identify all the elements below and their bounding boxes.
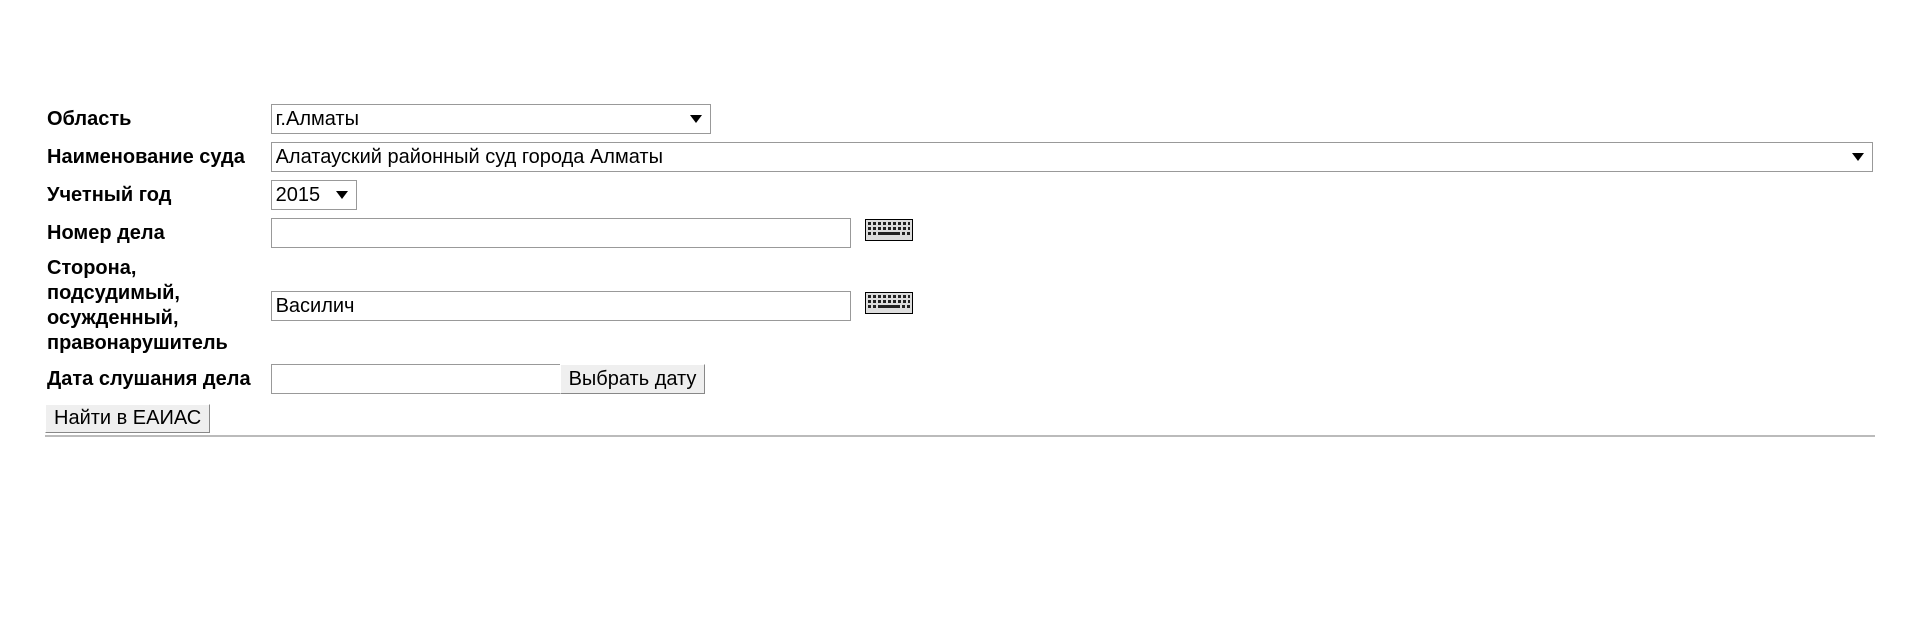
year-label: Учетный год: [45, 176, 269, 214]
pick-date-button[interactable]: Выбрать дату: [560, 364, 706, 394]
submit-button[interactable]: Найти в ЕАИАС: [45, 404, 210, 433]
region-select[interactable]: г.Алматы: [271, 104, 711, 134]
hearing-date-label: Дата слушания дела: [45, 360, 269, 398]
region-label: Область: [45, 100, 269, 138]
hearing-date-input[interactable]: [271, 364, 561, 394]
year-select[interactable]: 2015: [271, 180, 357, 210]
court-label: Наименование суда: [45, 138, 269, 176]
party-label: Сторона, подсудимый, осужденный, правона…: [45, 252, 269, 360]
case-number-label: Номер дела: [45, 214, 269, 252]
party-input[interactable]: [271, 291, 851, 321]
court-select[interactable]: Алатауский районный суд города Алматы: [271, 142, 1873, 172]
keyboard-icon[interactable]: [865, 292, 913, 320]
keyboard-icon[interactable]: [865, 219, 913, 247]
search-form: Область г.Алматы Наименование суда Алата…: [45, 100, 1875, 398]
case-number-input[interactable]: [271, 218, 851, 248]
